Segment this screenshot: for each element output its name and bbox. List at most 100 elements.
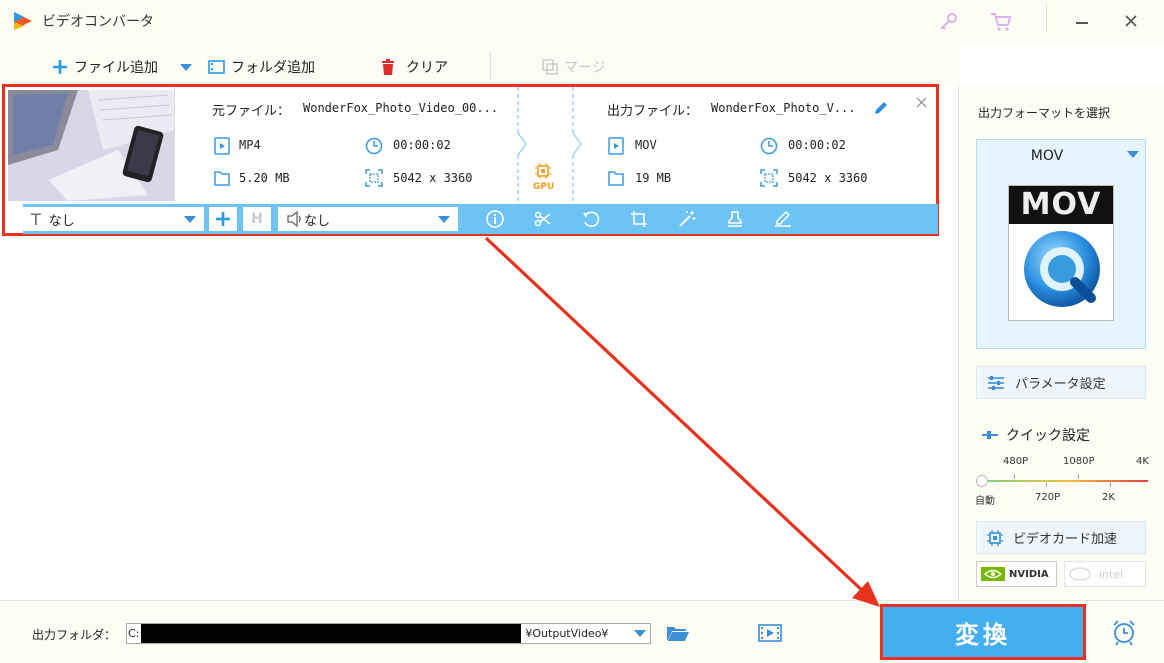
output-resolution: 5042 x 3360 bbox=[788, 171, 868, 185]
merge-button[interactable]: マージ bbox=[542, 57, 606, 77]
minimize-button[interactable] bbox=[1076, 22, 1088, 24]
text-icon: T bbox=[31, 209, 41, 229]
resolution-icon bbox=[365, 169, 383, 187]
open-folder-icon[interactable] bbox=[666, 624, 690, 642]
info-icon[interactable] bbox=[486, 210, 504, 228]
source-resolution: 5042 x 3360 bbox=[393, 171, 473, 185]
convert-button[interactable]: 変換 bbox=[880, 604, 1086, 660]
output-duration: 00:00:02 bbox=[788, 138, 846, 152]
chevron-down-icon[interactable] bbox=[1127, 151, 1139, 158]
clear-button[interactable]: クリア bbox=[380, 57, 448, 77]
add-subtitle-button[interactable] bbox=[209, 207, 237, 231]
output-size: 19 MB bbox=[635, 171, 672, 185]
subtitle-select[interactable]: T なし bbox=[23, 207, 204, 231]
mov-icon-label: MOV bbox=[1009, 186, 1113, 224]
output-folder-select[interactable]: C: ¥OutputVideo¥ bbox=[126, 623, 651, 644]
app-title: ビデオコンバータ bbox=[42, 14, 154, 30]
rotate-icon[interactable] bbox=[582, 210, 600, 228]
output-resolution-icon bbox=[760, 169, 778, 187]
watermark-stamp-icon[interactable] bbox=[726, 210, 744, 228]
tick-2k: 2K bbox=[1102, 492, 1115, 503]
intel-option[interactable]: intel bbox=[1064, 561, 1146, 587]
chip-icon bbox=[987, 529, 1003, 546]
tick-720p: 720P bbox=[1035, 492, 1061, 503]
output-file-label: 出力ファイル： bbox=[607, 104, 699, 119]
output-format-icon bbox=[607, 137, 625, 155]
clock-icon bbox=[365, 137, 383, 155]
intel-logo-icon bbox=[1069, 567, 1091, 581]
quality-slider-track[interactable] bbox=[984, 480, 1148, 482]
tick-auto: 自動 bbox=[975, 496, 995, 507]
speaker-icon bbox=[287, 211, 301, 227]
gpu-acceleration-label: ビデオカード加速 bbox=[1013, 532, 1118, 547]
slider-icon bbox=[982, 431, 998, 439]
nvidia-eye-icon bbox=[981, 567, 1005, 581]
app-logo-icon bbox=[12, 10, 34, 32]
chevron-down-icon bbox=[184, 215, 196, 223]
intel-label: intel bbox=[1099, 567, 1124, 581]
source-format: MP4 bbox=[239, 138, 261, 152]
nvidia-option[interactable]: NVIDIA bbox=[976, 561, 1057, 587]
add-folder-label: フォルダ追加 bbox=[231, 60, 315, 76]
sliders-icon bbox=[988, 375, 1004, 390]
source-file-label: 元ファイル： bbox=[212, 104, 291, 119]
path-prefix: C: bbox=[128, 627, 140, 640]
output-format: MOV bbox=[635, 138, 657, 152]
tick-480p: 480P bbox=[1003, 456, 1029, 467]
output-size-icon bbox=[607, 169, 625, 187]
add-file-button[interactable]: ファイル追加 bbox=[52, 57, 158, 77]
quality-slider-handle[interactable] bbox=[976, 475, 988, 487]
file-size-icon bbox=[213, 169, 231, 187]
convert-label: 変換 bbox=[955, 620, 1011, 649]
add-file-dropdown-icon[interactable] bbox=[180, 64, 192, 71]
alarm-clock-icon[interactable] bbox=[1110, 618, 1138, 646]
key-icon[interactable] bbox=[938, 12, 958, 32]
file-item-card[interactable]: 元ファイル： WonderFox_Photo_Video_00... MP4 0… bbox=[2, 84, 939, 236]
edit-toolbar: T なし H なし bbox=[23, 204, 938, 234]
clear-label: クリア bbox=[406, 60, 448, 76]
output-format-selector[interactable]: MOV MOV bbox=[976, 139, 1146, 349]
mov-file-icon: MOV bbox=[1008, 185, 1114, 321]
chevron-down-icon bbox=[438, 215, 450, 223]
folder-film-icon bbox=[208, 60, 225, 74]
scissors-icon[interactable] bbox=[534, 210, 552, 228]
crop-icon[interactable] bbox=[630, 210, 648, 228]
merge-label: マージ bbox=[564, 60, 606, 76]
chevron-down-icon bbox=[634, 630, 646, 637]
plus-icon bbox=[53, 60, 67, 74]
parameter-settings-button[interactable]: パラメータ設定 bbox=[976, 366, 1146, 399]
add-file-label: ファイル追加 bbox=[74, 60, 158, 76]
redacted-path bbox=[141, 624, 522, 643]
merge-icon bbox=[542, 59, 558, 75]
format-heading: 出力フォーマットを選択 bbox=[978, 106, 1111, 120]
plus-icon bbox=[216, 212, 230, 226]
gpu-chip-icon bbox=[535, 163, 551, 179]
parameter-settings-label: パラメータ設定 bbox=[1015, 377, 1106, 392]
subtitle-value: なし bbox=[48, 213, 75, 229]
trash-icon bbox=[382, 58, 394, 75]
format-name: MOV bbox=[1030, 148, 1064, 164]
remove-item-icon[interactable] bbox=[916, 97, 927, 108]
cart-icon[interactable] bbox=[990, 12, 1012, 32]
output-folder-label: 出力フォルダ： bbox=[32, 628, 117, 642]
audio-track-select[interactable]: なし bbox=[278, 207, 458, 231]
tick-4k: 4K bbox=[1136, 456, 1149, 467]
video-thumbnail[interactable] bbox=[8, 90, 174, 201]
tick-1080p: 1080P bbox=[1063, 456, 1095, 467]
close-button[interactable] bbox=[1124, 14, 1138, 28]
effects-wand-icon[interactable] bbox=[678, 210, 696, 228]
gpu-label: GPU bbox=[533, 182, 555, 192]
gpu-acceleration-button[interactable]: ビデオカード加速 bbox=[976, 521, 1146, 554]
path-suffix: ¥OutputVideo¥ bbox=[525, 627, 609, 640]
source-size: 5.20 MB bbox=[239, 171, 290, 185]
quick-settings-label: クイック設定 bbox=[1006, 428, 1090, 444]
edit-pencil-icon[interactable] bbox=[873, 100, 889, 116]
source-file-name: WonderFox_Photo_Video_00... bbox=[303, 101, 499, 115]
nvidia-label: NVIDIA bbox=[1009, 568, 1049, 580]
video-output-icon[interactable] bbox=[758, 624, 782, 642]
subtitle-edit-icon[interactable] bbox=[774, 210, 792, 228]
toolbar: ファイル追加 フォルダ追加 クリア マージ bbox=[0, 46, 960, 86]
hardsub-button[interactable]: H bbox=[243, 207, 271, 231]
video-format-icon bbox=[213, 137, 231, 155]
add-folder-button[interactable]: フォルダ追加 bbox=[208, 57, 315, 77]
